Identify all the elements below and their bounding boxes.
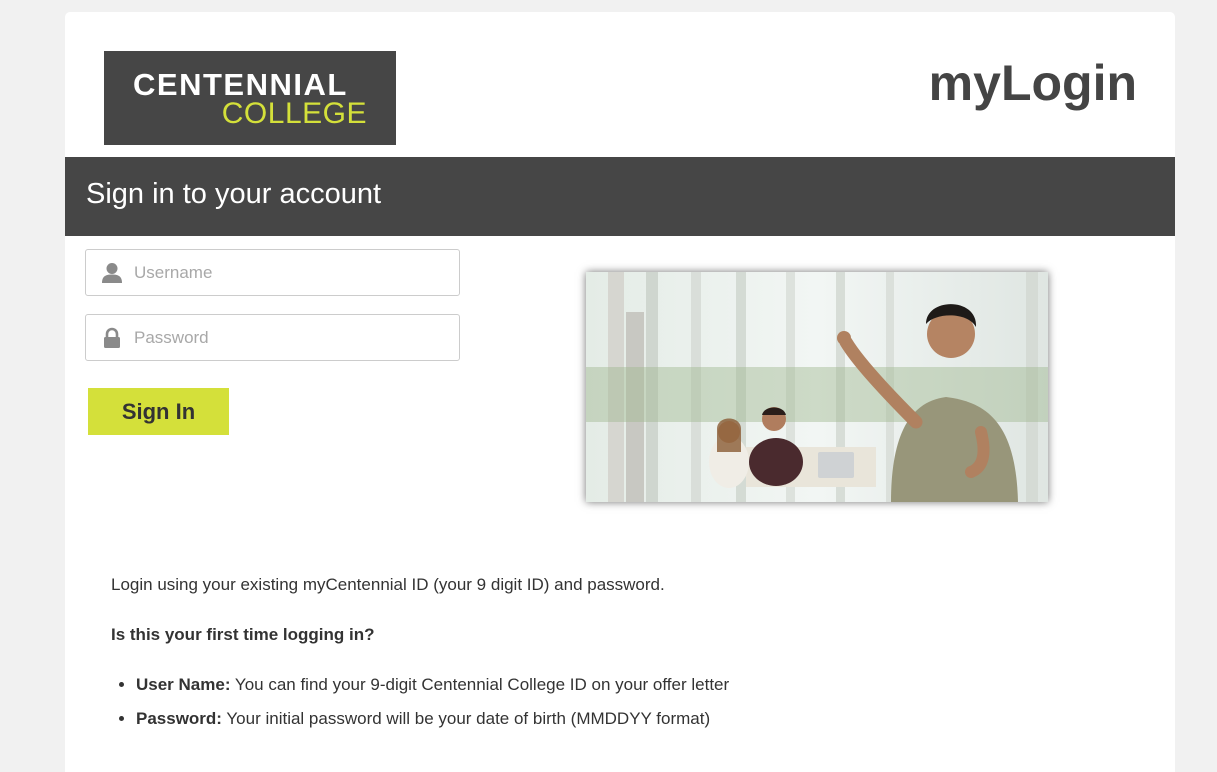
user-icon — [102, 263, 122, 283]
intro-text: Login using your existing myCentennial I… — [111, 575, 665, 594]
centennial-college-logo: CENTENNIAL COLLEGE — [104, 51, 396, 145]
students-photo — [586, 272, 1048, 502]
list-item: Password: Your initial password will be … — [136, 709, 936, 729]
lock-icon — [104, 327, 120, 348]
username-field[interactable] — [85, 249, 460, 296]
username-input[interactable] — [134, 250, 444, 295]
sign-in-button[interactable]: Sign In — [88, 388, 229, 435]
login-card: CENTENNIAL COLLEGE myLogin Sign in to yo… — [65, 12, 1175, 772]
instruction-list: User Name: You can find your 9-digit Cen… — [111, 675, 936, 743]
password-input[interactable] — [134, 315, 444, 360]
first-time-heading: Is this your first time logging in? — [111, 625, 375, 644]
app-title: myLogin — [928, 55, 1137, 111]
logo-line-2: COLLEGE — [221, 97, 367, 130]
signin-heading: Sign in to your account — [86, 178, 382, 210]
list-item-label: Password: — [136, 709, 222, 728]
list-item: User Name: You can find your 9-digit Cen… — [136, 675, 936, 695]
list-item-text: Your initial password will be your date … — [221, 709, 711, 728]
signin-banner: Sign in to your account — [65, 157, 1175, 236]
list-item-text: You can find your 9-digit Centennial Col… — [230, 675, 730, 694]
list-item-label: User Name: — [136, 675, 231, 694]
password-field[interactable] — [85, 314, 460, 361]
